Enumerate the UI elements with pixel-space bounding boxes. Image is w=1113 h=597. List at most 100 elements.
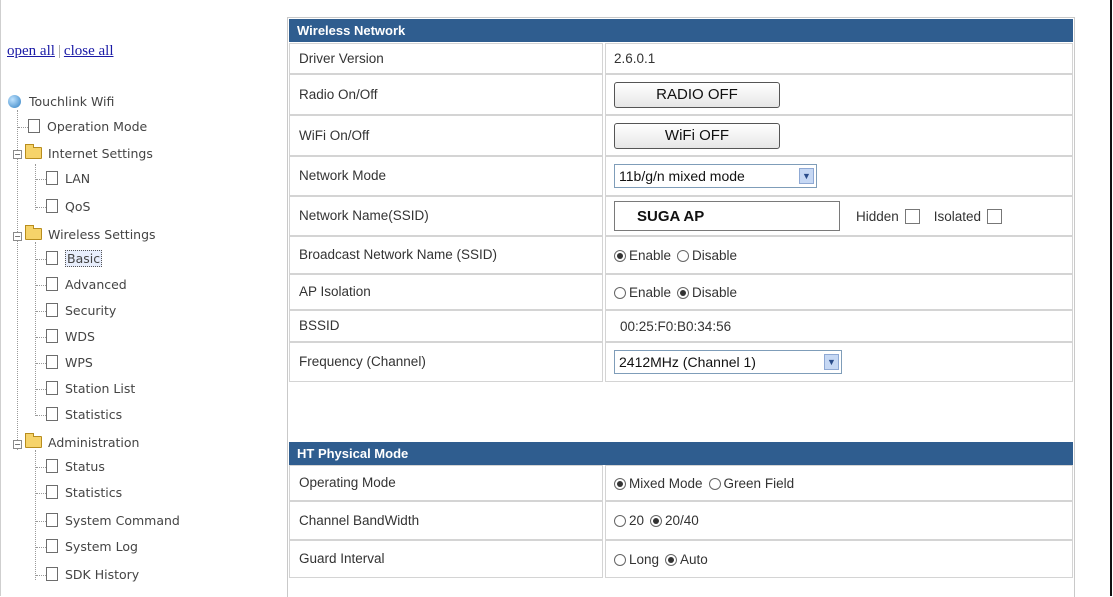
tree-item-basic[interactable]: Basic	[46, 249, 103, 269]
tree-item-wps[interactable]: WPS	[46, 353, 93, 373]
wireless-network-header: Wireless Network	[289, 19, 1073, 42]
tree-item-sdk-history[interactable]: SDK History	[46, 565, 139, 585]
tree-line	[36, 311, 46, 312]
bandwidth-2040-label: 20/40	[665, 513, 699, 528]
collapse-internet-settings[interactable]: −	[13, 150, 22, 159]
tree-item-system-command[interactable]: System Command	[46, 511, 180, 531]
ap-isolation-cell: Enable Disable	[605, 274, 1073, 310]
wifi-cell: WiFi OFF	[605, 115, 1073, 156]
bssid-cell: 00:25:F0:B0:34:56	[605, 310, 1073, 342]
frequency-select[interactable]: 2412MHz (Channel 1) ▼	[614, 350, 842, 374]
tree-item-station-list[interactable]: Station List	[46, 379, 135, 399]
chevron-down-icon: ▼	[799, 168, 814, 184]
bandwidth-2040-radio[interactable]	[650, 515, 663, 527]
guard-long-option[interactable]: Long	[614, 552, 659, 567]
page-icon	[46, 171, 58, 185]
chevron-down-icon: ▼	[824, 354, 839, 370]
broadcast-ssid-row: Broadcast Network Name (SSID) Enable Dis…	[289, 236, 1073, 274]
page-icon	[46, 303, 58, 317]
guard-auto-radio[interactable]	[665, 553, 678, 566]
mixed-mode-radio[interactable]	[614, 477, 626, 490]
network-mode-select[interactable]: 11b/g/n mixed mode ▼	[614, 164, 817, 188]
broadcast-disable-radio[interactable]	[677, 249, 690, 262]
tree-item-statistics[interactable]: Statistics	[46, 405, 122, 425]
ap-isolation-enable-radio[interactable]	[614, 286, 626, 299]
ssid-cell: SUGA AP Hidden Isolated	[605, 196, 1073, 236]
tree-folder-label: Internet Settings	[48, 146, 153, 161]
guard-interval-row: Guard Interval Long Auto	[289, 540, 1073, 578]
network-mode-cell: 11b/g/n mixed mode ▼	[605, 156, 1073, 196]
collapse-wireless-settings[interactable]: −	[13, 232, 22, 241]
green-field-option[interactable]: Green Field	[708, 475, 795, 491]
channel-bandwidth-label: Channel BandWidth	[289, 501, 603, 540]
tree-line	[36, 521, 46, 522]
mixed-mode-label: Mixed Mode	[629, 475, 703, 491]
ap-isolation-disable-option[interactable]: Disable	[677, 285, 737, 300]
tree-item-wds[interactable]: WDS	[46, 327, 95, 347]
bandwidth-20-radio[interactable]	[614, 515, 626, 527]
tree-folder-wireless-settings[interactable]: Wireless Settings	[25, 225, 156, 245]
tree-item-qos[interactable]: QoS	[46, 197, 90, 217]
mixed-mode-option[interactable]: Mixed Mode	[614, 476, 703, 491]
network-mode-value: 11b/g/n mixed mode	[619, 168, 745, 184]
guard-interval-label: Guard Interval	[289, 540, 603, 578]
tree-line	[35, 164, 36, 210]
tree-item-operation-mode[interactable]: Operation Mode	[28, 117, 147, 137]
page-icon	[28, 119, 40, 133]
frequency-label: Frequency (Channel)	[289, 342, 603, 382]
frequency-cell: 2412MHz (Channel 1) ▼	[605, 342, 1073, 382]
tree-line	[35, 450, 36, 580]
folder-icon	[25, 225, 42, 240]
tree-root[interactable]: Touchlink Wifi	[8, 92, 114, 112]
page-icon	[46, 277, 58, 291]
guard-long-radio[interactable]	[614, 553, 626, 566]
isolated-checkbox[interactable]	[987, 208, 1003, 224]
tree-item-system-log[interactable]: System Log	[46, 537, 138, 557]
tree-item-admin-statistics[interactable]: Statistics	[46, 483, 122, 503]
ap-isolation-enable-option[interactable]: Enable	[614, 285, 671, 300]
broadcast-ssid-cell: Enable Disable	[605, 236, 1073, 274]
page-icon	[46, 199, 58, 213]
tree-item-label: WDS	[65, 329, 95, 344]
tree-item-label: LAN	[65, 171, 91, 186]
tree-item-status[interactable]: Status	[46, 457, 105, 477]
guard-auto-option[interactable]: Auto	[665, 552, 708, 567]
network-mode-row: Network Mode 11b/g/n mixed mode ▼	[289, 156, 1073, 196]
tree-root-label: Touchlink Wifi	[29, 94, 115, 109]
frame-border-right	[1110, 0, 1112, 596]
tree-folder-internet-settings[interactable]: Internet Settings	[25, 144, 153, 164]
page-icon	[46, 381, 58, 395]
radio-cell: RADIO OFF	[605, 74, 1073, 115]
tree-folder-administration[interactable]: Administration	[25, 433, 139, 453]
tree-item-lan[interactable]: LAN	[46, 169, 90, 189]
driver-version-label: Driver Version	[289, 43, 603, 74]
tree-folder-label: Administration	[48, 435, 140, 450]
radio-off-button[interactable]: RADIO OFF	[614, 81, 780, 108]
tree-item-label: SDK History	[65, 567, 140, 582]
ap-isolation-disable-radio[interactable]	[677, 286, 690, 299]
broadcast-enable-radio[interactable]	[614, 249, 626, 262]
broadcast-enable-option[interactable]: Enable	[614, 248, 671, 263]
folder-icon	[25, 433, 42, 448]
bandwidth-20-option[interactable]: 20	[614, 513, 644, 528]
wifi-off-button[interactable]: WiFi OFF	[614, 122, 780, 149]
broadcast-disable-option[interactable]: Disable	[677, 248, 737, 263]
green-field-label: Green Field	[723, 475, 795, 491]
ap-isolation-enable-label: Enable	[629, 284, 672, 300]
hidden-checkbox[interactable]	[904, 208, 920, 224]
bandwidth-2040-option[interactable]: 20/40	[650, 513, 699, 528]
ssid-input[interactable]: SUGA AP	[614, 201, 840, 231]
operating-mode-cell: Mixed Mode Green Field	[605, 465, 1073, 501]
frequency-row: Frequency (Channel) 2412MHz (Channel 1) …	[289, 342, 1073, 382]
tree-folder-label: Wireless Settings	[48, 227, 156, 242]
green-field-radio[interactable]	[708, 477, 721, 490]
tree-item-label: Basic	[65, 250, 103, 267]
collapse-administration[interactable]: −	[13, 440, 22, 449]
tree-line	[36, 363, 46, 364]
tree-item-label: Statistics	[65, 407, 123, 422]
tree-line	[36, 259, 46, 260]
tree-item-advanced[interactable]: Advanced	[46, 275, 127, 295]
tree-item-security[interactable]: Security	[46, 301, 116, 321]
radio-label: Radio On/Off	[289, 74, 603, 115]
channel-bandwidth-cell: 20 20/40	[605, 501, 1073, 540]
